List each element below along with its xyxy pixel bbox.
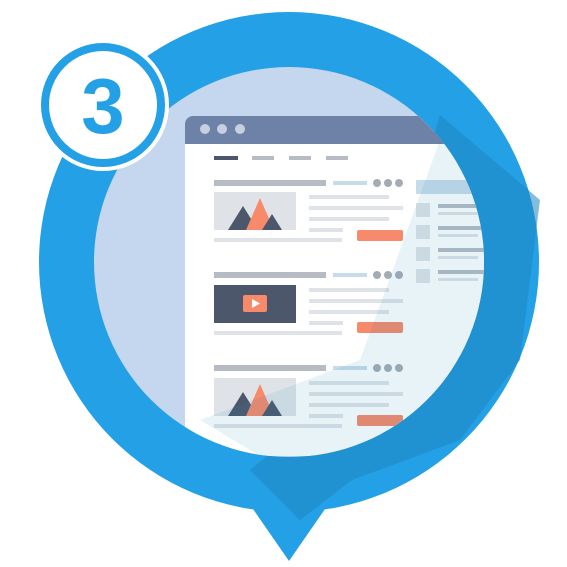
step-badge: 3 — [37, 39, 169, 171]
location-pin-illustration: 3 — [37, 12, 540, 561]
play-video-icon — [214, 285, 296, 323]
window-dots-icon — [200, 124, 245, 134]
mountain-image-icon — [214, 192, 296, 230]
step-number: 3 — [81, 62, 124, 150]
